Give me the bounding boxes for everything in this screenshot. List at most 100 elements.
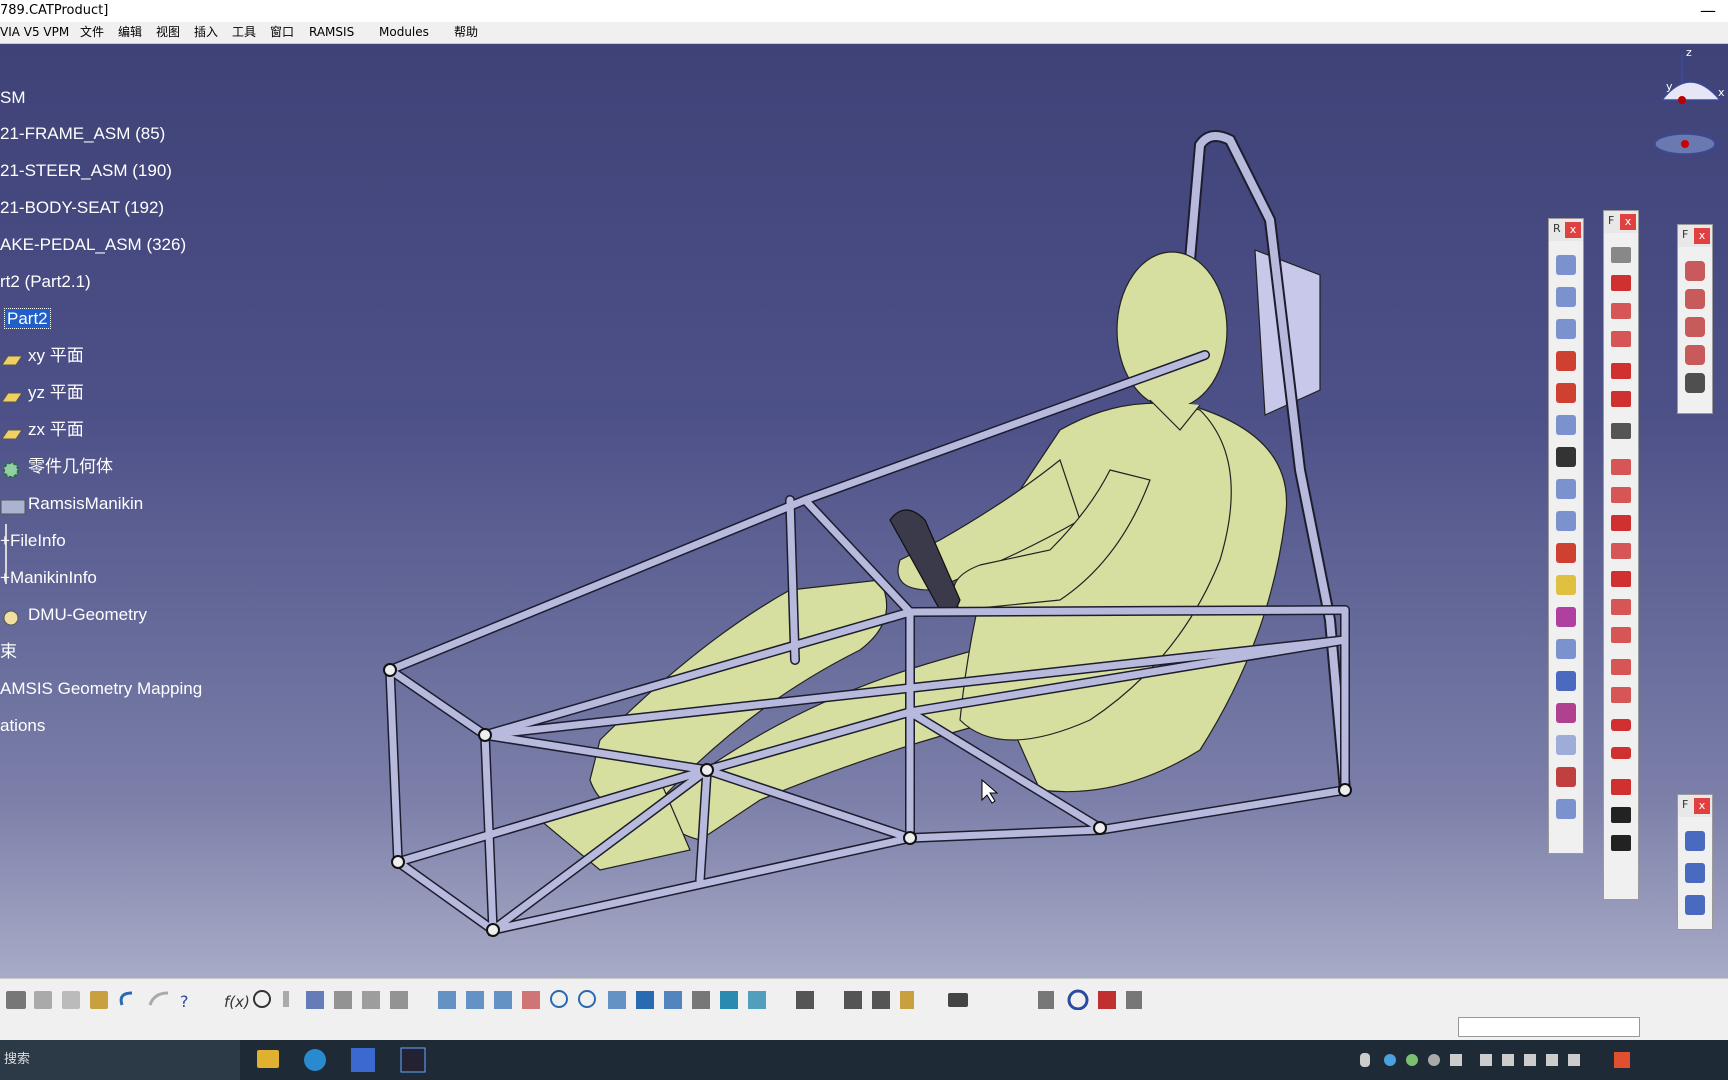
- palette-label: F: [1682, 228, 1689, 241]
- menu-bar: VIA V5 VPM 文件 编辑 视图 插入 工具 窗口 RAMSIS Modu…: [0, 22, 1728, 44]
- palette-header[interactable]: F x: [1678, 225, 1712, 247]
- tree-node-manikininfo[interactable]: +ManikinInfo: [0, 566, 97, 590]
- manikininfo-label: ManikinInfo: [9, 568, 97, 587]
- palette-1-icons[interactable]: [1549, 247, 1583, 847]
- render-style-icon: [692, 991, 710, 1009]
- wifi-icon: [1546, 1054, 1558, 1066]
- tree-node-geometry-mapping[interactable]: AMSIS Geometry Mapping: [0, 677, 202, 701]
- expand-plus-icon[interactable]: +: [0, 531, 10, 550]
- steam-icon: [1502, 1054, 1514, 1066]
- menu-app[interactable]: VIA V5 VPM: [0, 22, 69, 43]
- menu-modules[interactable]: Modules: [379, 22, 429, 43]
- cut-icon: [34, 991, 52, 1009]
- manikin-icon: [0, 498, 26, 515]
- tree-node-yz-plane[interactable]: yz 平面: [0, 381, 84, 405]
- tree-node-body-seat[interactable]: 21-BODY-SEAT (192): [0, 196, 164, 220]
- dmu-icon: [0, 609, 22, 626]
- tree-node-part-body[interactable]: 零件几何体: [0, 455, 113, 479]
- whats-this-icon: ?: [180, 992, 189, 1011]
- palette-close-button[interactable]: x: [1694, 798, 1710, 814]
- palette-close-button[interactable]: x: [1565, 222, 1581, 238]
- analysis-icon: [796, 991, 814, 1009]
- params-icon: [390, 991, 408, 1009]
- palette-close-button[interactable]: x: [1694, 228, 1710, 244]
- menu-window[interactable]: 窗口: [270, 22, 294, 43]
- palette-header[interactable]: R x: [1549, 219, 1583, 241]
- specification-tree: SM 21-FRAME_ASM (85) 21-STEER_ASM (190) …: [0, 44, 260, 844]
- volume-icon: [1450, 1054, 1462, 1066]
- title-bar: 789.CATProduct] —: [0, 0, 1728, 22]
- swap-space-icon: [748, 991, 766, 1009]
- ramsis-palette-3[interactable]: F x: [1677, 224, 1713, 414]
- network-icon: [1406, 1054, 1418, 1066]
- tree-node-root[interactable]: SM: [0, 86, 26, 110]
- palette-4-icons[interactable]: [1678, 823, 1712, 923]
- axis-x-label: x: [1718, 86, 1725, 99]
- display-icon: [1524, 1054, 1536, 1066]
- palette-header[interactable]: F x: [1604, 211, 1638, 233]
- 3d-viewport[interactable]: z y x SM 21-FRAME_ASM (85) 21-STEER_ASM …: [0, 44, 1728, 978]
- tree-node-applications[interactable]: ations: [0, 714, 45, 738]
- tree-node-part2-instance[interactable]: rt2 (Part2.1): [0, 270, 91, 294]
- palette-2-icons[interactable]: [1604, 239, 1638, 889]
- menu-file[interactable]: 文件: [80, 22, 104, 43]
- doc-icon: [1038, 991, 1054, 1009]
- battery-icon: [1480, 1054, 1492, 1066]
- rotate-icon: [522, 991, 540, 1009]
- taskbar-apps[interactable]: [255, 1040, 455, 1080]
- ramsis-palette-2[interactable]: F x: [1603, 210, 1639, 900]
- taskbar-search-box[interactable]: 搜索: [0, 1040, 240, 1080]
- ramsis-palette-1[interactable]: R x: [1548, 218, 1584, 854]
- power-input-field[interactable]: [1458, 1017, 1640, 1037]
- cloud-icon: [1384, 1054, 1396, 1066]
- tree-node-ramsis-manikin[interactable]: RamsisManikin: [0, 492, 143, 516]
- system-tray[interactable]: [1350, 1040, 1728, 1080]
- tree-node-frame-asm[interactable]: 21-FRAME_ASM (85): [0, 122, 165, 146]
- tree-node-constraints[interactable]: 束: [0, 640, 17, 664]
- tree-node-part2[interactable]: Part2: [4, 307, 51, 331]
- zoom-out-icon: [578, 990, 596, 1008]
- table-icon: [306, 991, 324, 1009]
- ramsis-palette-4[interactable]: F x: [1677, 794, 1713, 930]
- knowledge-icon: [283, 991, 289, 1007]
- speaker-icon: [1568, 1054, 1580, 1066]
- palette-header[interactable]: F x: [1678, 795, 1712, 817]
- pan-icon: [494, 991, 512, 1009]
- minimize-button[interactable]: —: [1700, 0, 1716, 22]
- zoom-in-icon: [550, 990, 568, 1008]
- menu-tools[interactable]: 工具: [232, 22, 256, 43]
- palette-close-button[interactable]: x: [1620, 214, 1636, 230]
- fly-icon: [438, 991, 456, 1009]
- expand-plus-icon[interactable]: +: [0, 568, 10, 587]
- file-explorer-icon: [257, 1050, 279, 1068]
- taskbar-search-text: 搜索: [4, 1052, 31, 1067]
- tree-node-zx-plane[interactable]: zx 平面: [0, 418, 84, 442]
- axis-z-label: z: [1686, 46, 1692, 59]
- palette-label: F: [1682, 798, 1689, 811]
- menu-view[interactable]: 视图: [156, 22, 180, 43]
- camera-icon: [948, 993, 968, 1007]
- tree-node-steer-asm[interactable]: 21-STEER_ASM (190): [0, 159, 172, 183]
- app-icon: [400, 1047, 426, 1073]
- measure-icon: [844, 991, 862, 1009]
- redo-icon: [148, 991, 169, 1006]
- menu-ramsis[interactable]: RAMSIS: [309, 22, 354, 43]
- copy-icon: [62, 991, 80, 1009]
- menu-help[interactable]: 帮助: [454, 22, 478, 43]
- tree-node-pedal-asm[interactable]: AKE-PEDAL_ASM (326): [0, 233, 186, 257]
- compass-widget[interactable]: z y x: [1650, 44, 1728, 164]
- inertia-icon: [900, 991, 914, 1009]
- tree-node-part2-label[interactable]: Part2: [4, 308, 51, 329]
- palette-label: F: [1608, 214, 1615, 227]
- fileinfo-label: FileInfo: [9, 531, 66, 550]
- menu-insert[interactable]: 插入: [194, 22, 218, 43]
- windows-taskbar: 搜索: [0, 1040, 1728, 1080]
- menu-edit[interactable]: 编辑: [118, 22, 142, 43]
- fit-all-icon: [466, 991, 484, 1009]
- tree-node-dmu-geometry[interactable]: DMU-Geometry: [0, 603, 147, 627]
- plane-icon: [0, 424, 23, 440]
- tree-node-xy-plane[interactable]: xy 平面: [0, 344, 84, 368]
- palette-3-icons[interactable]: [1678, 253, 1712, 413]
- print-icon: [6, 991, 26, 1009]
- tree-node-fileinfo[interactable]: +FileInfo: [0, 529, 66, 553]
